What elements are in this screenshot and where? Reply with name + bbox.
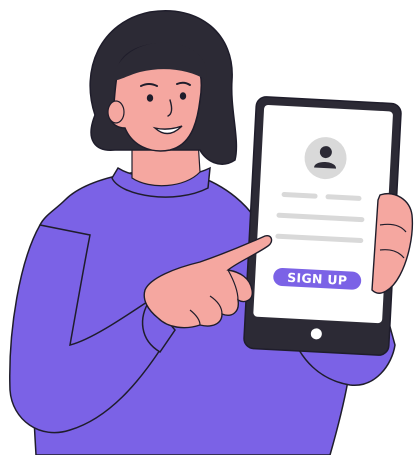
eye-right: [179, 92, 187, 100]
sign-up-button-label: SIGN UP: [287, 270, 348, 288]
ear: [107, 100, 125, 124]
illustration-scene: SIGN UP: [0, 0, 420, 455]
eye-left: [146, 94, 154, 102]
holding-hand: [371, 193, 414, 294]
